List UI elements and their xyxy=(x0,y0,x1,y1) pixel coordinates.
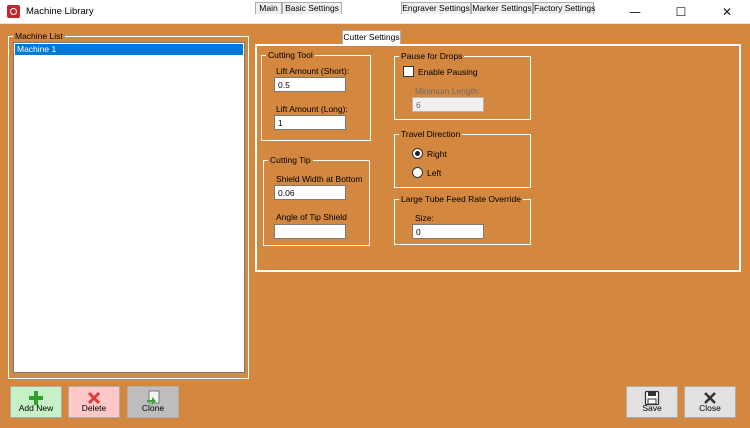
delete-label: Delete xyxy=(81,403,107,413)
lift-long-label: Lift Amount (Long): xyxy=(276,104,348,114)
tab-factory-settings[interactable]: Factory Settings xyxy=(533,2,595,14)
travel-direction-group: Travel Direction xyxy=(394,129,531,188)
size-input[interactable] xyxy=(412,224,484,239)
machine-listbox[interactable]: Machine 1 xyxy=(13,42,245,373)
direction-right-label[interactable]: Right xyxy=(427,149,447,160)
save-label: Save xyxy=(642,403,662,413)
tab-main[interactable]: Main xyxy=(255,2,282,14)
tab-cutter-settings[interactable]: Cutter Settings xyxy=(342,30,401,45)
enable-pausing-checkbox[interactable] xyxy=(403,66,414,77)
machine-list-legend: Machine List xyxy=(13,31,65,42)
minimum-length-input[interactable] xyxy=(412,97,484,112)
maximize-button[interactable]: ☐ xyxy=(658,0,704,24)
close-label: Close xyxy=(699,403,721,413)
close-window-button[interactable]: ✕ xyxy=(704,0,750,24)
add-new-button[interactable]: Add New xyxy=(10,386,62,418)
lift-long-input[interactable] xyxy=(274,115,346,130)
pause-for-drops-legend: Pause for Drops xyxy=(399,51,465,62)
tab-marker-settings[interactable]: Marker Settings xyxy=(471,2,533,14)
angle-tip-shield-label: Angle of Tip Shield xyxy=(276,212,347,222)
clone-label: Clone xyxy=(141,403,165,413)
lift-short-label: Lift Amount (Short): xyxy=(276,66,350,76)
close-button[interactable]: Close xyxy=(684,386,736,418)
clone-button[interactable]: Clone xyxy=(127,386,179,418)
cutting-tip-legend: Cutting Tip xyxy=(268,155,313,166)
large-tube-legend: Large Tube Feed Rate Override xyxy=(399,194,524,205)
tab-engraver-settings[interactable]: Engraver Settings xyxy=(401,2,471,14)
window-title: Machine Library xyxy=(26,6,94,17)
delete-button[interactable]: Delete xyxy=(68,386,120,418)
save-button[interactable]: Save xyxy=(626,386,678,418)
shield-width-label: Shield Width at Bottom xyxy=(276,174,363,184)
lift-short-input[interactable] xyxy=(274,77,346,92)
add-new-label: Add New xyxy=(18,403,54,413)
title-bar: Machine Library — ☐ ✕ xyxy=(0,0,750,24)
cutting-tool-legend: Cutting Tool xyxy=(266,50,315,61)
tab-basic-settings[interactable]: Basic Settings xyxy=(282,2,342,14)
list-item[interactable]: Machine 1 xyxy=(15,44,243,55)
minimum-length-label: Minimum Length: xyxy=(415,86,481,96)
app-icon xyxy=(7,5,20,18)
minimize-button[interactable]: — xyxy=(612,0,658,24)
travel-direction-legend: Travel Direction xyxy=(399,129,463,140)
angle-tip-shield-input[interactable] xyxy=(274,224,346,239)
direction-right-radio[interactable] xyxy=(412,148,423,159)
size-label: Size: xyxy=(415,213,434,223)
shield-width-input[interactable] xyxy=(274,185,346,200)
direction-left-radio[interactable] xyxy=(412,167,423,178)
direction-left-label[interactable]: Left xyxy=(427,168,441,179)
enable-pausing-label[interactable]: Enable Pausing xyxy=(418,67,478,78)
